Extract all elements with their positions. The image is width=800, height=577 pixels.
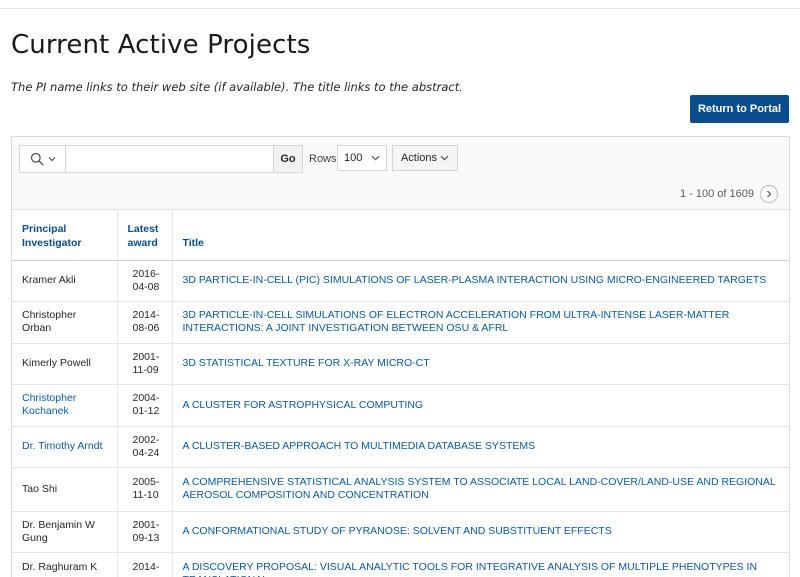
- pi-cell: Tao Shi: [12, 467, 117, 511]
- pi-cell: Kramer Akli: [12, 260, 117, 301]
- pi-cell: Dr. Timothy Arndt: [12, 426, 117, 467]
- chevron-down-icon: [371, 155, 380, 161]
- rows-per-page-select[interactable]: 100: [337, 145, 387, 171]
- pagination-label: 1 - 100 of 1609: [680, 188, 754, 200]
- award-date-cell: 2005-11-10: [117, 467, 172, 511]
- title-cell: A COMPREHENSIVE STATISTICAL ANALYSIS SYS…: [172, 467, 789, 511]
- column-header-latest-award[interactable]: Latest award: [117, 210, 172, 260]
- project-title-link[interactable]: 3D STATISTICAL TEXTURE FOR X-RAY MICRO-C…: [183, 357, 430, 369]
- top-divider: [0, 8, 800, 9]
- project-title-link[interactable]: A COMPREHENSIVE STATISTICAL ANALYSIS SYS…: [183, 476, 776, 501]
- title-cell: 3D PARTICLE-IN-CELL (PIC) SIMULATIONS OF…: [172, 260, 789, 301]
- pi-link[interactable]: Dr. Timothy Arndt: [22, 440, 103, 452]
- table-row: Kimerly Powell 2001-11-09 3D STATISTICAL…: [12, 343, 789, 384]
- report-region: Go Rows 100 Actions 1 - 100 of 1609: [11, 136, 790, 577]
- pi-cell: Christopher Kochanek: [12, 384, 117, 426]
- chevron-down-icon: [440, 155, 449, 161]
- table-row: Christopher Orban 2014-08-06 3D PARTICLE…: [12, 301, 789, 343]
- award-date-cell: 2014-08-06: [117, 301, 172, 343]
- award-date-cell: 2004-01-12: [117, 384, 172, 426]
- title-cell: 3D STATISTICAL TEXTURE FOR X-RAY MICRO-C…: [172, 343, 789, 384]
- actions-menu-button[interactable]: Actions: [392, 145, 458, 171]
- rows-label: Rows: [309, 153, 337, 165]
- project-title-link[interactable]: 3D PARTICLE-IN-CELL SIMULATIONS OF ELECT…: [183, 309, 730, 334]
- return-to-portal-button[interactable]: Return to Portal: [690, 95, 789, 123]
- project-title-link[interactable]: A CONFORMATIONAL STUDY OF PYRANOSE: SOLV…: [183, 525, 612, 537]
- go-button[interactable]: Go: [273, 145, 303, 173]
- pi-cell: Dr. Raghuram K: [12, 552, 117, 577]
- pagination: 1 - 100 of 1609: [680, 185, 778, 203]
- title-cell: A CLUSTER FOR ASTROPHYSICAL COMPUTING: [172, 384, 789, 426]
- search-icon: [30, 152, 44, 166]
- table-row: Tao Shi 2005-11-10 A COMPREHENSIVE STATI…: [12, 467, 789, 511]
- chevron-right-icon: [766, 190, 772, 198]
- project-title-link[interactable]: A DISCOVERY PROPOSAL: VISUAL ANALYTIC TO…: [183, 561, 758, 577]
- column-header-principal-investigator[interactable]: Principal Investigator: [12, 210, 117, 260]
- search-input[interactable]: [66, 146, 273, 170]
- rows-per-page-value: 100: [344, 152, 362, 164]
- column-header-title[interactable]: Title: [172, 210, 789, 260]
- pi-cell: Kimerly Powell: [12, 343, 117, 384]
- project-title-link[interactable]: A CLUSTER FOR ASTROPHYSICAL COMPUTING: [183, 399, 424, 411]
- project-title-link[interactable]: A CLUSTER-BASED APPROACH TO MULTIMEDIA D…: [183, 440, 536, 452]
- table-row: Dr. Raghuram K 2014- A DISCOVERY PROPOSA…: [12, 552, 789, 577]
- table-row: Dr. Benjamin W Gung 2001-09-13 A CONFORM…: [12, 511, 789, 552]
- actions-label: Actions: [401, 152, 437, 164]
- title-cell: A CLUSTER-BASED APPROACH TO MULTIMEDIA D…: [172, 426, 789, 467]
- table-header-row: Principal Investigator Latest award Titl…: [12, 210, 789, 260]
- table-row: Kramer Akli 2016-04-08 3D PARTICLE-IN-CE…: [12, 260, 789, 301]
- table-row: Christopher Kochanek 2004-01-12 A CLUSTE…: [12, 384, 789, 426]
- title-cell: 3D PARTICLE-IN-CELL SIMULATIONS OF ELECT…: [172, 301, 789, 343]
- next-page-button[interactable]: [760, 185, 778, 203]
- search-bar: [19, 145, 274, 173]
- award-date-cell: 2001-09-13: [117, 511, 172, 552]
- search-column-selector[interactable]: [20, 146, 66, 172]
- title-cell: A DISCOVERY PROPOSAL: VISUAL ANALYTIC TO…: [172, 552, 789, 577]
- projects-table: Principal Investigator Latest award Titl…: [12, 210, 789, 577]
- project-title-link[interactable]: 3D PARTICLE-IN-CELL (PIC) SIMULATIONS OF…: [183, 274, 767, 286]
- intro-text: The PI name links to their web site (if …: [11, 80, 463, 94]
- award-date-cell: 2014-: [117, 552, 172, 577]
- report-toolbar: Go Rows 100 Actions 1 - 100 of 1609: [12, 137, 789, 210]
- pi-link[interactable]: Christopher Kochanek: [22, 392, 76, 417]
- award-date-cell: 2002-04-24: [117, 426, 172, 467]
- award-date-cell: 2016-04-08: [117, 260, 172, 301]
- table-row: Dr. Timothy Arndt 2002-04-24 A CLUSTER-B…: [12, 426, 789, 467]
- title-cell: A CONFORMATIONAL STUDY OF PYRANOSE: SOLV…: [172, 511, 789, 552]
- chevron-down-icon: [48, 156, 56, 162]
- page-title: Current Active Projects: [11, 30, 310, 60]
- award-date-cell: 2001-11-09: [117, 343, 172, 384]
- pi-cell: Dr. Benjamin W Gung: [12, 511, 117, 552]
- pi-cell: Christopher Orban: [12, 301, 117, 343]
